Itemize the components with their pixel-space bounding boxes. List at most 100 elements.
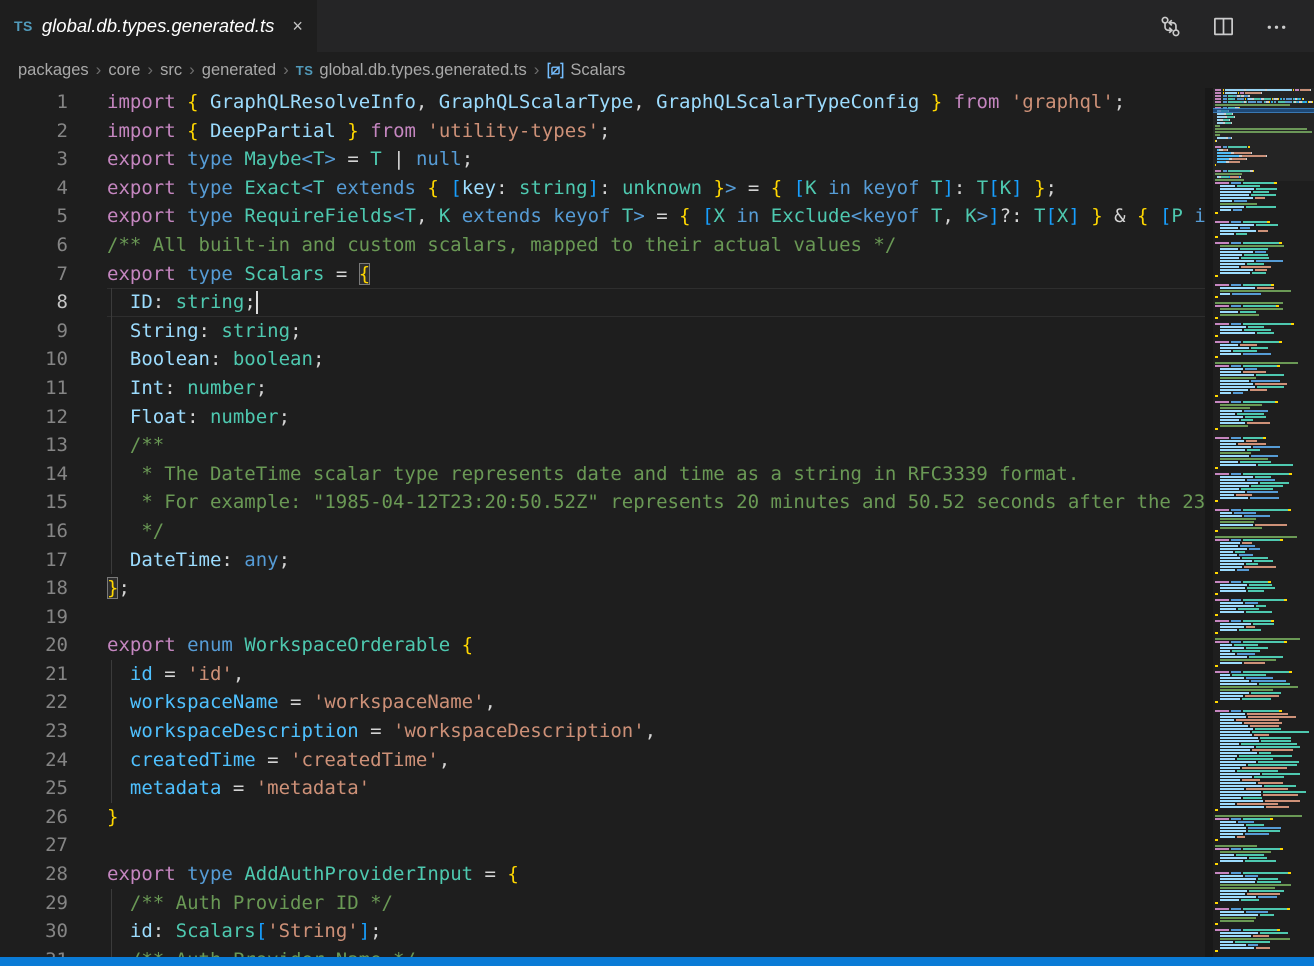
line-number: 5 <box>0 202 68 231</box>
more-actions-button[interactable] <box>1265 15 1288 38</box>
code-line[interactable]: 8 ID: string; <box>0 288 1205 317</box>
code-token: < <box>302 148 313 170</box>
minimap[interactable] <box>1213 88 1314 957</box>
code-line[interactable]: 5export type RequireFields<T, K extends … <box>0 202 1205 231</box>
code-line[interactable]: 6/** All built-in and custom scalars, ma… <box>0 231 1205 260</box>
breadcrumb-item-global-db-types-generated-ts[interactable]: TSglobal.db.types.generated.ts <box>296 61 527 80</box>
code-token: in <box>828 177 851 199</box>
code-line[interactable]: 16 */ <box>0 517 1205 546</box>
code-line[interactable]: 1import { GraphQLResolveInfo, GraphQLSca… <box>0 88 1205 117</box>
line-number: 8 <box>0 288 68 317</box>
code-line-text: workspaceDescription = 'workspaceDescrip… <box>107 717 1205 746</box>
code-editor[interactable]: 1import { GraphQLResolveInfo, GraphQLSca… <box>0 88 1205 957</box>
code-line[interactable]: 3export type Maybe<T> = T | null; <box>0 145 1205 174</box>
code-line[interactable]: 29 /** Auth Provider ID */ <box>0 889 1205 918</box>
code-token: createdTime <box>130 749 256 771</box>
code-line-text: */ <box>107 517 1205 546</box>
code-token: X <box>714 205 725 227</box>
indent-guide <box>111 889 112 918</box>
code-line[interactable]: 12 Float: number; <box>0 403 1205 432</box>
code-token <box>817 177 828 199</box>
code-token: : <box>164 377 187 399</box>
code-token: } <box>1034 177 1045 199</box>
code-line[interactable]: 24 createdTime = 'createdTime', <box>0 746 1205 775</box>
breadcrumb-item-packages[interactable]: packages <box>18 61 89 80</box>
code-line[interactable]: 21 id = 'id', <box>0 660 1205 689</box>
line-number: 13 <box>0 431 68 460</box>
code-token: type <box>187 863 233 885</box>
code-token: T <box>370 148 381 170</box>
code-line[interactable]: 15 * For example: "1985-04-12T23:20:50.5… <box>0 488 1205 517</box>
breadcrumb-label: src <box>160 61 182 80</box>
code-line-text: export type AddAuthProviderInput = { <box>107 860 1205 889</box>
tab-close-icon[interactable]: × <box>288 14 307 39</box>
split-editor-button[interactable] <box>1212 15 1235 38</box>
indent-guide <box>111 517 112 546</box>
code-token: ] <box>1068 205 1079 227</box>
breadcrumb-item-core[interactable]: core <box>108 61 140 80</box>
breadcrumb-item-scalars[interactable]: Scalars <box>546 61 625 80</box>
code-token: GraphQLResolveInfo <box>210 91 416 113</box>
code-token: T <box>1034 205 1045 227</box>
code-line-text: /** All built-in and custom scalars, map… <box>107 231 1205 260</box>
code-line[interactable]: 23 workspaceDescription = 'workspaceDesc… <box>0 717 1205 746</box>
code-token: AddAuthProviderInput <box>244 863 473 885</box>
code-line[interactable]: 30 id: Scalars['String']; <box>0 917 1205 946</box>
code-line[interactable]: 25 metadata = 'metadata' <box>0 774 1205 803</box>
code-token: , <box>942 205 965 227</box>
code-token: T <box>622 205 633 227</box>
line-number: 24 <box>0 746 68 775</box>
code-line[interactable]: 22 workspaceName = 'workspaceName', <box>0 688 1205 717</box>
code-line[interactable]: 9 String: string; <box>0 317 1205 346</box>
indent-guide <box>111 460 112 489</box>
code-line[interactable]: 20export enum WorkspaceOrderable { <box>0 631 1205 660</box>
code-token: ; <box>599 120 610 142</box>
code-token: [ <box>1045 205 1056 227</box>
code-token: DateTime <box>130 549 222 571</box>
breadcrumb-item-src[interactable]: src <box>160 61 182 80</box>
minimap-slider[interactable] <box>1213 88 1314 181</box>
code-line[interactable]: 31 /** Auth Provider Name */ <box>0 946 1205 957</box>
code-line[interactable]: 27 <box>0 831 1205 860</box>
code-token: number <box>210 406 279 428</box>
code-line[interactable]: 4export type Exact<T extends { [key: str… <box>0 174 1205 203</box>
code-line[interactable]: 7export type Scalars = { <box>0 260 1205 289</box>
code-token: keyof <box>862 205 919 227</box>
code-line[interactable]: 11 Int: number; <box>0 374 1205 403</box>
code-token: { <box>771 177 782 199</box>
code-line[interactable]: 13 /** <box>0 431 1205 460</box>
code-line[interactable]: 14 * The DateTime scalar type represents… <box>0 460 1205 489</box>
breadcrumb-item-generated[interactable]: generated <box>202 61 276 80</box>
minimap-gutter-shadow <box>1205 88 1213 957</box>
code-token: export <box>107 263 176 285</box>
code-line-text: workspaceName = 'workspaceName', <box>107 688 1205 717</box>
code-token: ] <box>359 920 370 942</box>
code-line[interactable]: 26} <box>0 803 1205 832</box>
code-line[interactable]: 19 <box>0 603 1205 632</box>
code-token <box>416 120 427 142</box>
split-editor-icon <box>1212 15 1235 38</box>
code-token: /** Auth Provider ID */ <box>107 892 393 914</box>
code-line[interactable]: 18}; <box>0 574 1205 603</box>
code-token: ; <box>313 348 324 370</box>
line-number: 7 <box>0 260 68 289</box>
code-line-text: import { DeepPartial } from 'utility-typ… <box>107 117 1205 146</box>
open-changes-button[interactable] <box>1159 15 1182 38</box>
code-token <box>851 177 862 199</box>
code-token <box>759 205 770 227</box>
code-token: from <box>954 91 1000 113</box>
code-line[interactable]: 10 Boolean: boolean; <box>0 345 1205 374</box>
code-token <box>199 120 210 142</box>
line-number: 11 <box>0 374 68 403</box>
code-token: workspaceName <box>130 691 279 713</box>
code-line[interactable]: 28export type AddAuthProviderInput = { <box>0 860 1205 889</box>
tab-global-db-types[interactable]: TS global.db.types.generated.ts × <box>0 0 317 52</box>
code-token: : <box>199 320 222 342</box>
code-line[interactable]: 17 DateTime: any; <box>0 546 1205 575</box>
code-token: ID <box>130 291 153 313</box>
code-line[interactable]: 2import { DeepPartial } from 'utility-ty… <box>0 117 1205 146</box>
code-token: ; <box>1114 91 1125 113</box>
code-token: from <box>370 120 416 142</box>
code-token <box>920 205 931 227</box>
line-number: 3 <box>0 145 68 174</box>
